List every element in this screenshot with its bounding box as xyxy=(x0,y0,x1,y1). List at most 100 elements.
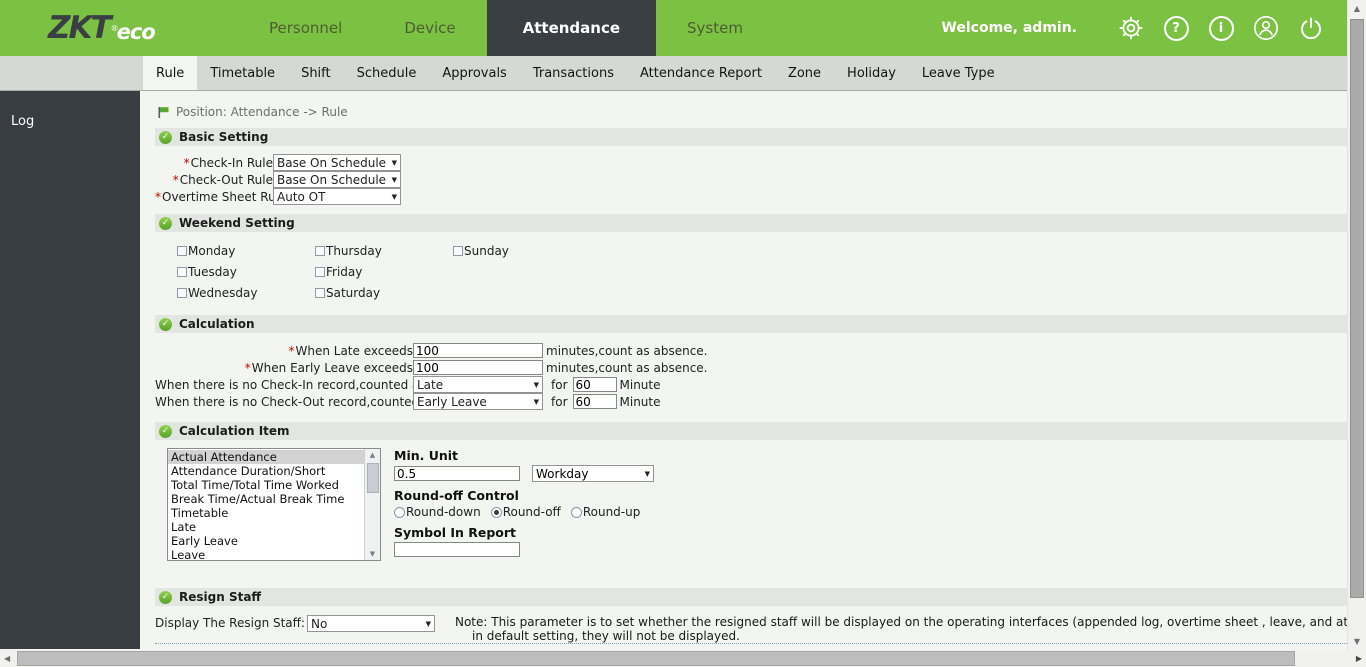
section-header-calculation-item: ✓ Calculation Item xyxy=(155,422,1347,440)
no-check-out-label: When there is no Check-Out record,counte… xyxy=(155,394,437,409)
list-item-break-time[interactable]: Break Time/Actual Break Time xyxy=(168,492,364,506)
for-text: for xyxy=(551,377,568,392)
wednesday-label: Wednesday xyxy=(188,285,258,300)
calculation-item-settings: Min. Unit Workday ▼ Round-off Control Rou… xyxy=(394,448,654,561)
no-check-in-select[interactable]: Late ▼ xyxy=(413,376,543,393)
subnav-tab-leave-type[interactable]: Leave Type xyxy=(909,56,1008,90)
checkbox-thursday[interactable]: Thursday xyxy=(315,240,453,261)
subnav-tab-transactions-label: Transactions xyxy=(532,66,614,81)
subnav-tab-schedule[interactable]: Schedule xyxy=(344,56,430,90)
top-tab-attendance[interactable]: Attendance xyxy=(486,0,657,56)
checkbox-saturday[interactable]: Saturday xyxy=(315,282,453,303)
resign-staff-title: Resign Staff xyxy=(179,590,262,604)
list-item-total-time[interactable]: Total Time/Total Time Worked xyxy=(168,478,364,492)
note-line-2: in default setting, they will not be dis… xyxy=(471,629,740,643)
overtime-sheet-rule-label: *Overtime Sheet Rule xyxy=(155,190,286,204)
radio-round-up[interactable]: Round-up xyxy=(570,505,640,519)
symbol-in-report-input[interactable] xyxy=(394,542,520,557)
subnav-tab-approvals[interactable]: Approvals xyxy=(429,56,519,90)
checkbox-friday[interactable]: Friday xyxy=(315,261,453,282)
horizontal-scrollbar-thumb[interactable] xyxy=(17,651,1295,666)
horizontal-scrollbar[interactable]: ◀ ▶ xyxy=(0,650,1366,667)
top-tab-device[interactable]: Device xyxy=(373,0,486,56)
check-out-rule-select[interactable]: Base On Schedule ▼ xyxy=(273,171,401,188)
for-text: for xyxy=(551,394,568,409)
vertical-scrollbar[interactable]: ▲ ▼ xyxy=(1347,0,1366,650)
subnav-tab-transactions[interactable]: Transactions xyxy=(520,56,627,90)
info-icon[interactable]: i xyxy=(1208,15,1234,41)
minute-text: Minute xyxy=(619,377,661,392)
logo-eco-text: eco xyxy=(116,20,156,44)
scroll-up-icon[interactable]: ▲ xyxy=(370,449,375,461)
overtime-sheet-rule-select[interactable]: Auto OT ▼ xyxy=(273,188,401,205)
list-item-early-leave[interactable]: Early Leave xyxy=(168,534,364,548)
section-check-icon: ✓ xyxy=(159,130,172,144)
no-check-in-minutes-input[interactable] xyxy=(572,377,617,392)
subnav-tab-approvals-label: Approvals xyxy=(442,66,507,81)
checkbox-sunday[interactable]: Sunday xyxy=(453,240,591,261)
list-item-attendance-duration[interactable]: Attendance Duration/Short xyxy=(168,464,364,478)
checkbox-icon xyxy=(453,245,463,256)
no-check-out-minutes-input[interactable] xyxy=(572,394,617,409)
scroll-right-icon[interactable]: ▶ xyxy=(1356,654,1362,663)
no-check-out-select[interactable]: Early Leave ▼ xyxy=(413,393,543,410)
early-leave-exceeds-input[interactable] xyxy=(413,360,543,375)
checkbox-tuesday[interactable]: Tuesday xyxy=(177,261,315,282)
subnav-tab-holiday[interactable]: Holiday xyxy=(834,56,909,90)
subnav-tab-timetable[interactable]: Timetable xyxy=(197,56,288,90)
checkbox-icon xyxy=(177,245,187,256)
listbox-scrollbar[interactable]: ▲ ▼ xyxy=(364,449,380,560)
min-unit-input[interactable] xyxy=(394,466,520,481)
vertical-scrollbar-thumb[interactable] xyxy=(1350,19,1364,598)
radio-round-down[interactable]: Round-down xyxy=(394,505,481,519)
left-sidebar: Log xyxy=(0,91,140,649)
top-tab-system[interactable]: System xyxy=(656,0,774,56)
user-icon[interactable] xyxy=(1253,15,1279,41)
chevron-down-icon: ▼ xyxy=(391,176,397,184)
symbol-in-report-label: Symbol In Report xyxy=(394,525,517,540)
checkbox-icon xyxy=(177,287,187,298)
radio-icon xyxy=(394,506,405,518)
checkbox-wednesday[interactable]: Wednesday xyxy=(177,282,315,303)
scrollbar-thumb[interactable] xyxy=(366,463,379,493)
subnav-tab-rule-label: Rule xyxy=(156,66,185,81)
section-check-icon: ✓ xyxy=(159,317,172,331)
subnav-tab-shift[interactable]: Shift xyxy=(288,56,344,90)
subnav-tab-timetable-label: Timetable xyxy=(210,66,276,81)
top-nav-tabs: Personnel Device Attendance System xyxy=(238,0,774,56)
help-icon[interactable]: ? xyxy=(1163,15,1189,41)
thursday-label: Thursday xyxy=(326,243,382,258)
display-resign-staff-select[interactable]: No ▼ xyxy=(306,615,435,632)
gear-icon[interactable] xyxy=(1118,15,1144,41)
min-unit-select[interactable]: Workday ▼ xyxy=(532,465,654,482)
checkbox-monday[interactable]: Monday xyxy=(177,240,315,261)
scroll-down-icon[interactable]: ▼ xyxy=(1348,637,1366,646)
power-icon[interactable] xyxy=(1298,15,1324,41)
subnav-tab-rule[interactable]: Rule xyxy=(143,56,198,90)
subnav-tab-zone[interactable]: Zone xyxy=(775,56,834,90)
radio-icon xyxy=(570,506,582,518)
subnav-tab-attendance-report[interactable]: Attendance Report xyxy=(627,56,775,90)
early-leave-exceeds-label-text: When Early Leave exceeds xyxy=(251,360,413,375)
list-item-timetable[interactable]: Timetable xyxy=(168,506,364,520)
radio-round-off[interactable]: Round-off xyxy=(490,505,561,519)
top-tab-personnel[interactable]: Personnel xyxy=(238,0,373,56)
dotted-divider xyxy=(155,643,1347,644)
scroll-left-icon[interactable]: ◀ xyxy=(4,654,10,663)
late-exceeds-input[interactable] xyxy=(413,343,543,358)
check-in-rule-select[interactable]: Base On Schedule ▼ xyxy=(273,154,401,171)
scroll-up-icon[interactable]: ▲ xyxy=(1348,4,1366,13)
list-item-actual-attendance[interactable]: Actual Attendance xyxy=(168,450,364,464)
subnav-tab-attendance-report-label: Attendance Report xyxy=(640,66,762,81)
list-item-late[interactable]: Late xyxy=(168,520,364,534)
top-bar: ZKT ® eco Personnel Device Attendance Syst… xyxy=(0,0,1366,56)
scroll-down-icon[interactable]: ▼ xyxy=(370,548,375,560)
late-exceeds-label: *When Late exceeds xyxy=(155,344,413,358)
round-off-options: Round-down Round-off Round-up xyxy=(394,505,654,519)
list-item-leave[interactable]: Leave xyxy=(168,548,364,560)
overtime-sheet-rule-row: *Overtime Sheet Rule Auto OT ▼ xyxy=(155,188,1347,205)
weekend-setting-title: Weekend Setting xyxy=(179,216,295,230)
zkteco-logo: ZKT ® eco xyxy=(0,0,238,56)
top-tab-attendance-label: Attendance xyxy=(522,19,621,37)
sidebar-item-log[interactable]: Log xyxy=(0,91,140,129)
